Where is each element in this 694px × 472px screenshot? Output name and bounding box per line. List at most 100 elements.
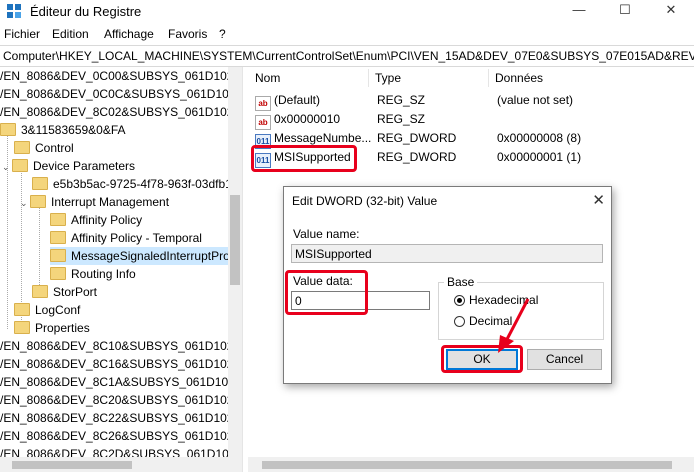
string-value-icon: ab: [255, 115, 271, 130]
value-type: REG_SZ: [377, 112, 426, 126]
column-header-name[interactable]: Nom: [249, 69, 369, 87]
value-data: (value not set): [497, 93, 574, 107]
value-name: 0x00000010: [274, 112, 341, 126]
pane-splitter[interactable]: [242, 67, 249, 472]
tree-item-label: /EN_8086&DEV_8C1A&SUBSYS_061D1028&F: [0, 375, 241, 389]
tree-item-logconf[interactable]: LogConf: [14, 301, 80, 319]
folder-icon: [12, 159, 28, 172]
menu-edition[interactable]: Edition: [52, 27, 89, 41]
column-header-data[interactable]: Données: [489, 69, 694, 87]
msisupported-highlight: [251, 145, 357, 172]
tree-item-label: Control: [35, 141, 74, 155]
tree-item-routing-info[interactable]: Routing Info: [50, 265, 136, 283]
tree-item-affinity-policy[interactable]: Affinity Policy: [50, 211, 142, 229]
folder-icon: [32, 177, 48, 190]
tree-item-label: /EN_8086&DEV_8C16&SUBSYS_061D1028&F: [0, 357, 241, 371]
title-bar: Éditeur du Registre — ☐ ✕: [0, 0, 694, 24]
tree-item-device-parameters[interactable]: ⌄ Device Parameters: [2, 157, 135, 175]
tree-item-label: Interrupt Management: [51, 195, 170, 209]
menu-favoris[interactable]: Favoris: [168, 27, 207, 41]
tree-item-interrupt-management[interactable]: ⌄ Interrupt Management: [20, 193, 169, 211]
key-tree: /EN_8086&DEV_0C00&SUBSYS_061D1028&F /EN_…: [0, 67, 241, 457]
value-name: MessageNumbe...: [274, 131, 372, 145]
tree-item-instance[interactable]: 3&11583659&0&FA: [0, 121, 126, 139]
menu-affichage[interactable]: Affichage: [104, 27, 154, 41]
tree-item-ven-8086-dev-8c20[interactable]: /EN_8086&DEV_8C20&SUBSYS_061D1028&F: [0, 391, 241, 409]
value-type: REG_DWORD: [377, 150, 457, 164]
tree-item-label: Device Parameters: [33, 159, 136, 173]
folder-icon: [32, 285, 48, 298]
folder-icon: [50, 231, 66, 244]
address-bar[interactable]: Computer\HKEY_LOCAL_MACHINE\SYSTEM\Curre…: [0, 45, 694, 67]
tree-item-label: /EN_8086&DEV_8C26&SUBSYS_061D1028&F: [0, 429, 241, 443]
tree-item-label: /EN_8086&DEV_8C22&SUBSYS_061D1028&F: [0, 411, 241, 425]
tree-item-ven-8086-dev-8c02[interactable]: /EN_8086&DEV_8C02&SUBSYS_061D1028&F: [0, 103, 241, 121]
value-type: REG_SZ: [377, 93, 426, 107]
tree-item-guid[interactable]: e5b3b5ac-9725-4f78-963f-03dfb1: [32, 175, 232, 193]
window-title: Éditeur du Registre: [30, 4, 142, 19]
value-row[interactable]: ab (Default): [255, 91, 321, 111]
value-name-field[interactable]: MSISupported: [291, 244, 603, 263]
tree-item-label: /EN_8086&DEV_8C2D&SUBSYS_061D1028&F: [0, 447, 241, 457]
values-hscroll-thumb[interactable]: [262, 461, 672, 469]
dialog-title: Edit DWORD (32-bit) Value: [292, 194, 438, 208]
address-path: Computer\HKEY_LOCAL_MACHINE\SYSTEM\Curre…: [3, 49, 694, 63]
tree-item-msi-properties[interactable]: MessageSignaledInterruptPro: [50, 247, 230, 265]
value-name-label: Value name:: [293, 227, 360, 241]
menu-help[interactable]: ?: [219, 27, 226, 41]
tree-item-control[interactable]: Control: [14, 139, 74, 157]
value-row[interactable]: ab 0x00000010: [255, 110, 341, 130]
value-data-highlight: [285, 270, 368, 315]
base-label: Base: [444, 275, 478, 289]
menu-fichier[interactable]: Fichier: [4, 27, 40, 41]
tree-item-label: e5b3b5ac-9725-4f78-963f-03dfb1: [53, 177, 232, 191]
tree-item-ven-8086-dev-8c2d[interactable]: /EN_8086&DEV_8C2D&SUBSYS_061D1028&F: [0, 445, 241, 457]
registry-editor-icon: [7, 4, 21, 18]
radio-selected-icon: [454, 295, 465, 306]
tree-item-ven-8086-dev-8c26[interactable]: /EN_8086&DEV_8C26&SUBSYS_061D1028&F: [0, 427, 241, 445]
tree-item-label: Affinity Policy: [71, 213, 143, 227]
string-value-icon: ab: [255, 96, 271, 111]
chevron-down-icon[interactable]: ⌄: [20, 194, 30, 212]
tree-scroll-thumb[interactable]: [230, 195, 240, 285]
folder-icon: [50, 213, 66, 226]
tree-item-affinity-policy-temporal[interactable]: Affinity Policy - Temporal: [50, 229, 202, 247]
value-data: 0x00000001 (1): [497, 150, 582, 164]
tree-item-label: StorPort: [53, 285, 98, 299]
tree-item-label: /EN_8086&DEV_0C0C&SUBSYS_061D1028&F: [0, 87, 241, 101]
maximize-button[interactable]: ☐: [602, 0, 648, 22]
folder-icon: [14, 303, 30, 316]
tree-item-storport[interactable]: StorPort: [32, 283, 97, 301]
chevron-down-icon[interactable]: ⌄: [2, 158, 12, 176]
tree-item-label: /EN_8086&DEV_8C20&SUBSYS_061D1028&F: [0, 393, 241, 407]
tree-item-label: /EN_8086&DEV_8C02&SUBSYS_061D1028&F: [0, 105, 241, 119]
tree-item-ven-8086-dev-0c00[interactable]: /EN_8086&DEV_0C00&SUBSYS_061D1028&F: [0, 67, 241, 85]
tree-hscroll-thumb[interactable]: [12, 461, 132, 469]
tree-item-ven-8086-dev-8c1a[interactable]: /EN_8086&DEV_8C1A&SUBSYS_061D1028&F: [0, 373, 241, 391]
column-header-type[interactable]: Type: [369, 69, 489, 87]
tree-item-label: Routing Info: [71, 267, 136, 281]
minimize-button[interactable]: —: [556, 0, 602, 22]
tree-item-ven-8086-dev-8c16[interactable]: /EN_8086&DEV_8C16&SUBSYS_061D1028&F: [0, 355, 241, 373]
tree-item-label: LogConf: [35, 303, 81, 317]
folder-icon: [14, 141, 30, 154]
radio-unselected-icon: [454, 316, 465, 327]
folder-icon: [50, 249, 66, 262]
folder-icon: [14, 321, 30, 334]
value-type: REG_DWORD: [377, 131, 457, 145]
value-name: (Default): [274, 93, 321, 107]
tree-item-label: MessageSignaledInterruptPro: [71, 249, 230, 263]
close-window-button[interactable]: ✕: [648, 0, 694, 22]
tree-item-ven-8086-dev-0c0c[interactable]: /EN_8086&DEV_0C0C&SUBSYS_061D1028&F: [0, 85, 241, 103]
menu-bar: Fichier Edition Affichage Favoris ?: [0, 24, 694, 44]
value-data: 0x00000008 (8): [497, 131, 582, 145]
tree-item-ven-8086-dev-8c10[interactable]: /EN_8086&DEV_8C10&SUBSYS_061D1028&F: [0, 337, 241, 355]
tree-item-properties[interactable]: Properties: [14, 319, 90, 337]
dialog-close-button[interactable]: ✕: [592, 191, 605, 209]
tree-item-label: /EN_8086&DEV_8C10&SUBSYS_061D1028&F: [0, 339, 241, 353]
tree-item-label: Affinity Policy - Temporal: [71, 231, 202, 245]
folder-icon: [0, 123, 16, 136]
tree-item-ven-8086-dev-8c22[interactable]: /EN_8086&DEV_8C22&SUBSYS_061D1028&F: [0, 409, 241, 427]
folder-icon: [30, 195, 46, 208]
tree-item-label: /EN_8086&DEV_0C00&SUBSYS_061D1028&F: [0, 69, 241, 83]
